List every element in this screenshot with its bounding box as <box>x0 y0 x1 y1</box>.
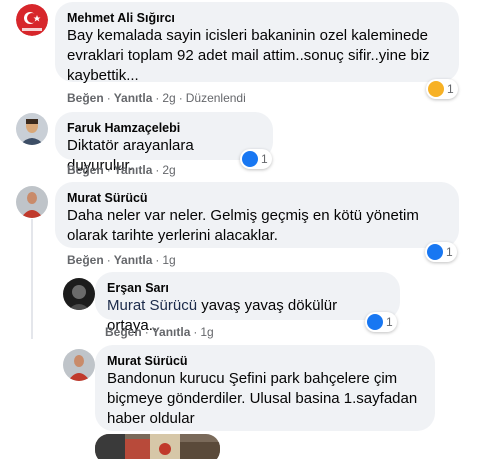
reaction-badge[interactable]: 1 <box>365 312 397 332</box>
reply-button[interactable]: Yanıtla <box>152 325 191 339</box>
reaction-count: 1 <box>446 245 453 259</box>
timestamp[interactable]: 2g <box>162 163 175 177</box>
sad-icon <box>428 81 444 97</box>
avatar-mehmet[interactable] <box>16 4 48 36</box>
reply-button[interactable]: Yanıtla <box>114 253 153 267</box>
avatar-faruk[interactable] <box>16 113 48 145</box>
comment-bubble: Faruk Hamzaçelebi Diktatör arayanlara du… <box>55 112 273 174</box>
reply-button[interactable]: Yanıtla <box>114 163 153 177</box>
comment-bubble: Mehmet Ali Sığırcı Bay kemalada sayin ic… <box>55 2 459 84</box>
comment-text: Bay kemalada sayin icisleri bakaninin oz… <box>67 27 430 84</box>
mention-link[interactable]: Murat Sürücü <box>107 297 197 314</box>
comment-text: Daha neler var neler. Gelmiş geçmiş en k… <box>67 207 419 244</box>
avatar-murat[interactable] <box>16 186 48 218</box>
reply-author[interactable]: Murat Sürücü <box>107 353 423 369</box>
comment-bubble: Murat Sürücü Daha neler var neler. Gelmi… <box>55 182 459 248</box>
timestamp[interactable]: 1g <box>162 253 175 267</box>
reply-bubble: Murat Sürücü Bandonun kurucu Şefini park… <box>95 345 435 431</box>
like-icon <box>367 314 383 330</box>
avatar-ersan[interactable] <box>63 278 95 310</box>
comment-author[interactable]: Mehmet Ali Sığırcı <box>67 10 447 26</box>
reaction-count: 1 <box>447 82 454 96</box>
reaction-badge[interactable]: 1 <box>425 242 457 262</box>
comment-actions: Beğen · Yanıtla · 2g <box>67 163 176 177</box>
reply-bubble: Erşan Sarı Murat Sürücü yavaş yavaş dökü… <box>95 272 400 334</box>
like-icon <box>427 244 443 260</box>
reaction-count: 1 <box>261 152 268 166</box>
comment-author[interactable]: Murat Sürücü <box>67 190 447 206</box>
comment-actions: Beğen · Yanıtla · 1g <box>67 253 176 267</box>
like-button[interactable]: Beğen <box>105 325 142 339</box>
reaction-count: 1 <box>386 315 393 329</box>
avatar-murat-reply[interactable] <box>63 349 95 381</box>
reaction-badge[interactable]: 1 <box>426 79 458 99</box>
like-button[interactable]: Beğen <box>67 91 104 105</box>
comment-actions: Beğen · Yanıtla · 2g · Düzenlendi <box>67 91 246 105</box>
like-icon <box>242 151 258 167</box>
like-button[interactable]: Beğen <box>67 163 104 177</box>
reply-text: Bandonun kurucu Şefini park bahçelere çi… <box>107 370 418 427</box>
timestamp[interactable]: 1g <box>200 325 213 339</box>
edited-label: Düzenlendi <box>185 91 246 105</box>
thread-line <box>31 219 33 339</box>
reply-actions: Beğen · Yanıtla · 1g <box>105 325 214 339</box>
comment-author[interactable]: Faruk Hamzaçelebi <box>67 120 261 136</box>
reply-author[interactable]: Erşan Sarı <box>107 280 388 296</box>
reply-button[interactable]: Yanıtla <box>114 91 153 105</box>
like-button[interactable]: Beğen <box>67 253 104 267</box>
timestamp[interactable]: 2g <box>162 91 175 105</box>
reaction-badge[interactable]: 1 <box>240 149 272 169</box>
attached-image[interactable] <box>95 434 220 459</box>
